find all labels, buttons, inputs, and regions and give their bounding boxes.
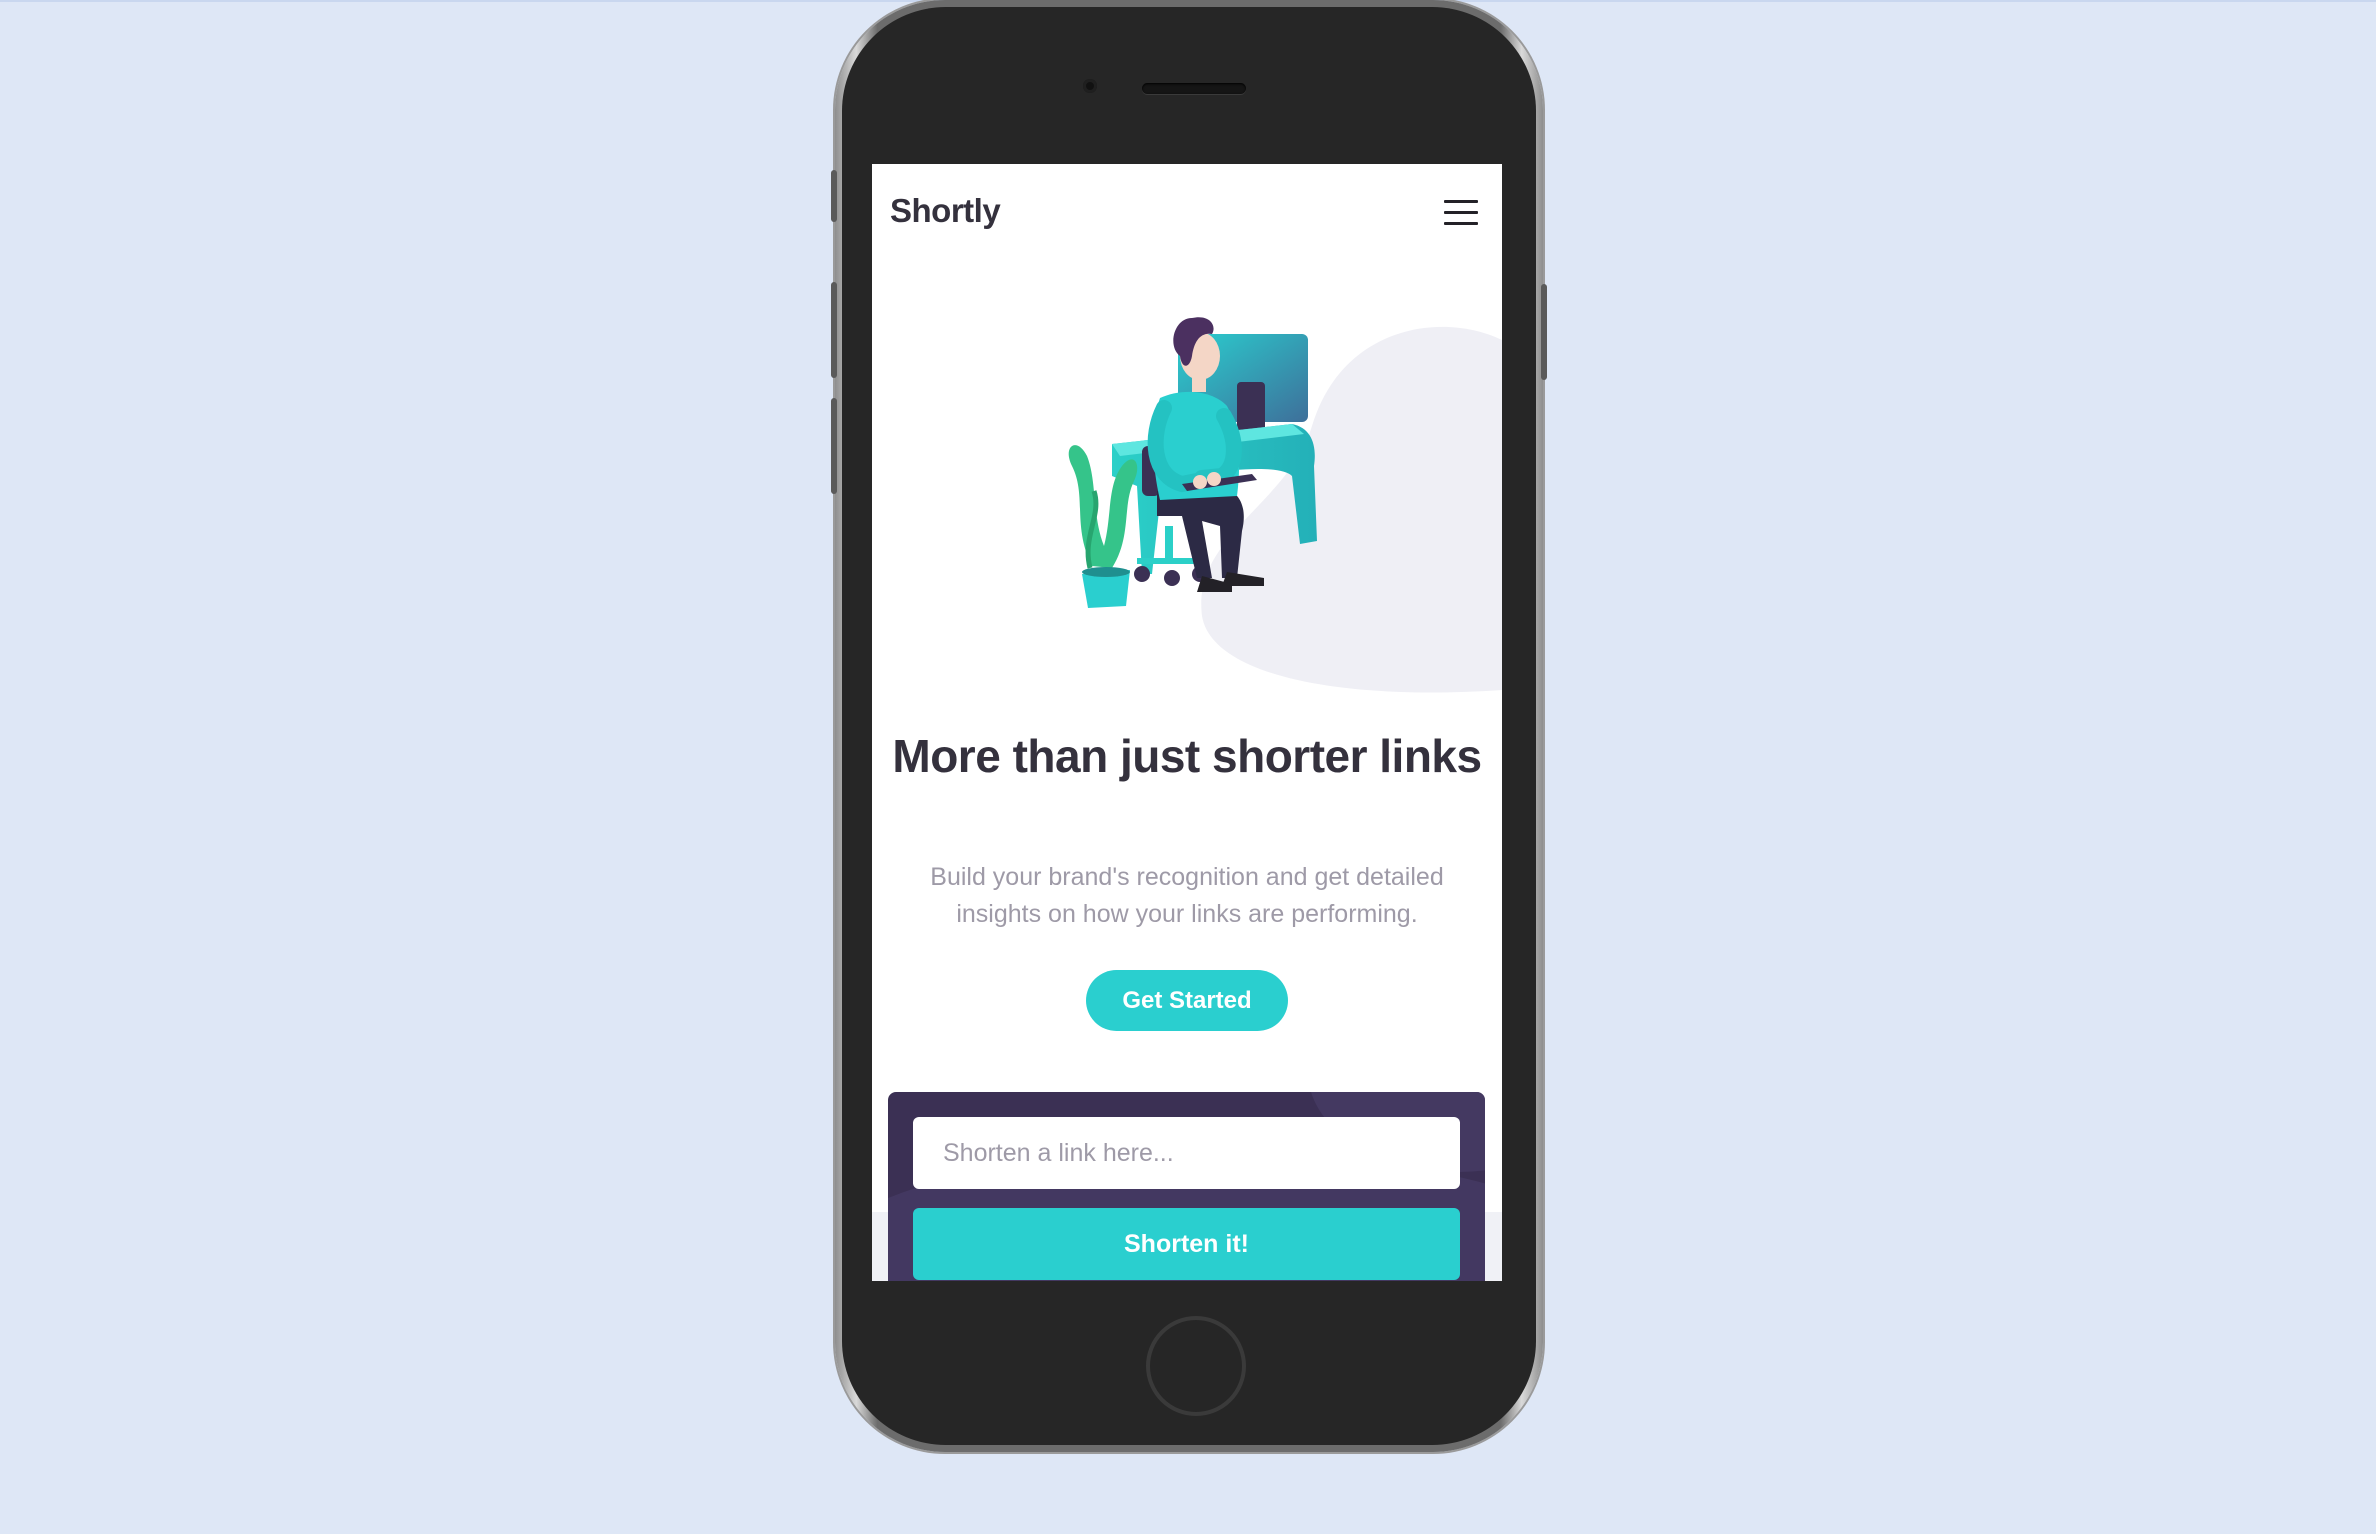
logo[interactable]: Shortly (890, 192, 1001, 230)
person-working-illustration (1068, 317, 1502, 693)
volume-up-button (831, 282, 837, 378)
shorten-form: Shorten it! (888, 1092, 1485, 1281)
earpiece-speaker (1142, 83, 1246, 94)
phone-screen: Shortly More than just shorter links Bui… (872, 164, 1502, 1281)
hero-title: More than just shorter links (892, 730, 1482, 782)
home-button (1146, 1316, 1246, 1416)
mute-switch (831, 170, 837, 222)
link-input[interactable] (913, 1117, 1460, 1189)
site-header: Shortly (872, 164, 1502, 264)
volume-down-button (831, 398, 837, 494)
hamburger-icon[interactable] (1444, 200, 1478, 226)
power-button (1541, 284, 1547, 380)
hero-description: Build your brand's recognition and get d… (930, 863, 1444, 928)
shorten-button[interactable]: Shorten it! (913, 1208, 1460, 1280)
front-camera (1083, 79, 1097, 93)
get-started-button[interactable]: Get Started (1086, 970, 1288, 1031)
